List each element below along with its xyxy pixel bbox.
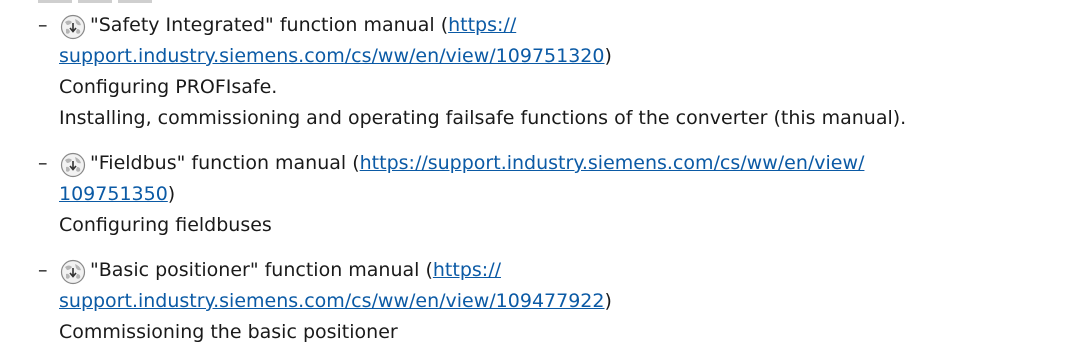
globe-download-icon (60, 152, 86, 178)
item-heading-cont: support.industry.siemens.com/cs/ww/en/vi… (38, 286, 1064, 317)
manual-link[interactable]: https://support.industry.siemens.com/cs/… (360, 152, 865, 174)
close-paren: ) (604, 45, 612, 67)
manual-link-cont[interactable]: support.industry.siemens.com/cs/ww/en/vi… (59, 45, 604, 67)
item-heading-cont: support.industry.siemens.com/cs/ww/en/vi… (38, 41, 1064, 72)
item-heading-cont: 109751350) (38, 179, 1064, 210)
item-title: "Basic positioner" function manual (90, 259, 420, 281)
list-dash: – (38, 152, 48, 174)
list-item: – "Fieldbus" function manual (https://su… (38, 148, 1064, 241)
close-paren: ) (167, 183, 176, 205)
item-title: "Fieldbus" function manual (90, 152, 347, 174)
item-heading: "Fieldbus" function manual (https://supp… (90, 148, 1064, 179)
header-rule (38, 0, 152, 4)
globe-download-icon (60, 259, 86, 285)
manual-link-cont[interactable]: support.industry.siemens.com/cs/ww/en/vi… (59, 290, 604, 312)
open-paren: ( (434, 14, 449, 36)
item-description: Configuring PROFIsafe. (59, 76, 278, 98)
document-page: – "Safety Integrated" function manual (h… (0, 0, 1070, 363)
manual-link[interactable]: https:// (448, 14, 516, 36)
open-paren: ( (346, 152, 360, 174)
manual-list: – "Safety Integrated" function manual (h… (38, 10, 1064, 362)
list-item: – "Basic positioner" function manual (ht… (38, 255, 1064, 348)
manual-link[interactable]: https:// (433, 259, 501, 281)
item-heading: "Safety Integrated" function manual (htt… (90, 10, 1064, 41)
item-heading: "Basic positioner" function manual (http… (90, 255, 1064, 286)
close-paren: ) (604, 290, 612, 312)
globe-download-icon (60, 14, 86, 40)
item-description: Configuring fieldbuses (59, 214, 272, 236)
list-dash: – (38, 14, 48, 36)
item-title: "Safety Integrated" function manual (90, 14, 435, 36)
open-paren: ( (419, 259, 433, 281)
list-dash: – (38, 259, 48, 281)
item-description: Commissioning the basic positioner (59, 321, 398, 343)
item-description-2: Installing, commissioning and operating … (59, 107, 907, 129)
list-item: – "Safety Integrated" function manual (h… (38, 10, 1064, 134)
manual-link-cont[interactable]: 109751350 (59, 183, 168, 205)
